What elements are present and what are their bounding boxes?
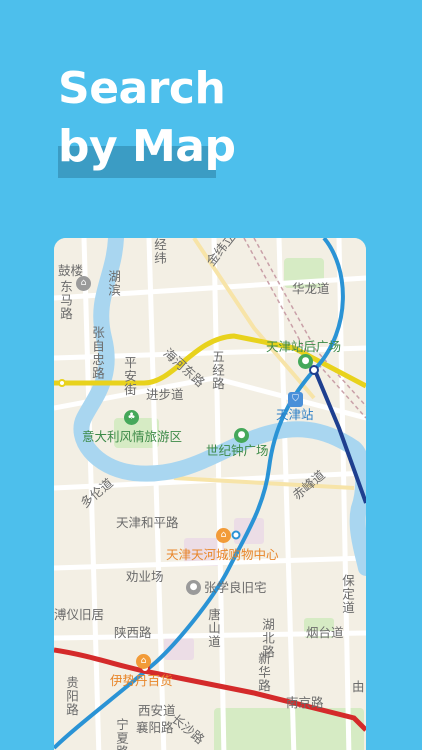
- map-label: 劝业场: [126, 569, 164, 584]
- map-label: 东马路: [58, 280, 73, 321]
- map-label: 唐山道: [206, 608, 221, 649]
- station-yellow-west[interactable]: [58, 379, 66, 387]
- map-label: 宁夏路: [114, 718, 129, 750]
- map-label: 平安街: [122, 356, 137, 397]
- shopping-icon[interactable]: ⌂: [216, 528, 231, 543]
- map-label: 张自忠路: [90, 326, 105, 380]
- map-label: 天津和平路: [116, 515, 179, 530]
- headline: Search by Map: [58, 60, 236, 178]
- station-hepinglu[interactable]: [231, 530, 241, 540]
- map-label: 进步道: [146, 387, 184, 402]
- map-label: 五经路: [210, 350, 225, 391]
- station-tianjinzhan[interactable]: [309, 365, 319, 375]
- metro-station-icon[interactable]: ●: [234, 428, 249, 443]
- park-icon[interactable]: ●: [298, 354, 313, 369]
- map-label: 意大利风情旅游区: [82, 429, 183, 444]
- map-label: 烟台道: [306, 625, 344, 640]
- map-label: 西安道: [138, 703, 176, 718]
- landmark-icon[interactable]: ♣: [124, 410, 139, 425]
- map-label: 经纬: [152, 238, 167, 265]
- train-station-icon[interactable]: ⛉: [288, 392, 303, 407]
- map-card[interactable]: ⌂ ● ⛉ ♣ ● ⌂ ● ⌂ 鼓楼 东马路 张自忠路 湖滨 经纬 金纬立交桥 …: [54, 238, 366, 750]
- map-label: 伊势丹百货: [110, 673, 173, 688]
- map-label: 襄阳路: [136, 720, 174, 735]
- map-label: 保定道: [340, 574, 355, 615]
- map-label: 张学良旧宅: [204, 580, 267, 595]
- map-label: 湖滨: [106, 270, 121, 297]
- map-label: 世纪钟广场: [206, 443, 269, 458]
- headline-line-1: Search: [58, 63, 226, 114]
- gulou-icon[interactable]: ⌂: [76, 276, 91, 291]
- landmark-icon[interactable]: ●: [186, 580, 201, 595]
- map-label: 天津站: [276, 407, 314, 422]
- map-label: 南京路: [286, 695, 324, 710]
- map-label: 溥仪旧居: [54, 607, 105, 622]
- map-label: 新华路: [256, 652, 271, 693]
- shopping-icon[interactable]: ⌂: [136, 654, 151, 669]
- map-label: 鼓楼: [58, 263, 84, 278]
- headline-line-2: by Map: [58, 118, 236, 178]
- map-label: 贵阳路: [64, 676, 79, 717]
- map-label: 陕西路: [114, 625, 152, 640]
- map-label: 天津天河城购物中心: [166, 547, 279, 562]
- map-label: 由: [352, 679, 365, 694]
- map-label: 华龙道: [292, 281, 330, 296]
- map-label: 天津站后广场: [266, 339, 342, 354]
- headline-line-2-text: by Map: [58, 121, 236, 172]
